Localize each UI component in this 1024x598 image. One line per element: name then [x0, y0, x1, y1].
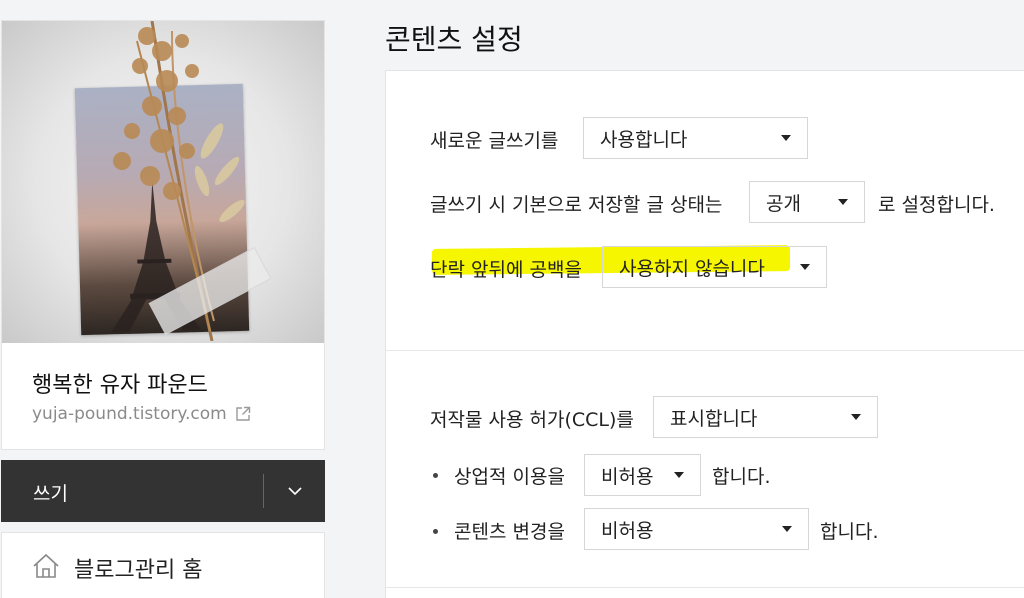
page-title: 콘텐츠 설정 — [385, 23, 523, 56]
caret-down-icon — [674, 472, 684, 478]
new-editor-select[interactable]: 사용합니다 — [583, 117, 808, 159]
home-icon — [33, 553, 59, 578]
external-link-icon — [236, 406, 250, 421]
caret-down-icon — [851, 414, 861, 420]
default-status-suffix: 로 설정합니다. — [878, 194, 995, 216]
blog-admin-home-label: 블로그관리 홈 — [74, 558, 203, 583]
write-bar: 쓰기 — [1, 460, 325, 522]
bullet-icon — [433, 473, 438, 478]
commercial-use-value: 비허용 — [601, 465, 654, 488]
caret-down-icon — [781, 135, 791, 141]
blog-url-text: yuja-pound.tistory.com — [32, 404, 227, 424]
ccl-value: 표시합니다 — [670, 407, 758, 430]
commercial-use-select[interactable]: 비허용 — [584, 454, 701, 496]
write-menu-toggle[interactable] — [264, 460, 325, 522]
default-status-label: 글쓰기 시 기본으로 저장할 글 상태는 — [430, 194, 723, 216]
blog-profile-card: 행복한 유자 파운드 yuja-pound.tistory.com — [1, 20, 325, 450]
bullet-icon — [433, 529, 438, 534]
blog-name[interactable]: 행복한 유자 파운드 — [32, 367, 208, 399]
commercial-use-label: 상업적 이용을 — [454, 466, 565, 488]
content-modification-select[interactable]: 비허용 — [584, 508, 809, 550]
default-status-value: 공개 — [766, 192, 801, 215]
caret-down-icon — [838, 199, 848, 205]
content-modification-value: 비허용 — [601, 519, 654, 542]
commercial-use-suffix: 합니다. — [712, 466, 771, 488]
new-editor-value: 사용합니다 — [600, 128, 688, 151]
ccl-label: 저작물 사용 허가(CCL)를 — [430, 409, 634, 431]
blog-cover-image — [2, 21, 324, 343]
content-modification-suffix: 합니다. — [820, 521, 879, 543]
paragraph-spacing-label: 단락 앞뒤에 공백을 — [430, 259, 582, 281]
content-modification-label: 콘텐츠 변경을 — [454, 521, 565, 543]
write-button[interactable]: 쓰기 — [33, 479, 68, 506]
caret-down-icon — [782, 526, 792, 532]
blog-url-link[interactable]: yuja-pound.tistory.com — [32, 404, 251, 424]
caret-down-icon — [800, 264, 810, 270]
paragraph-spacing-select[interactable]: 사용하지 않습니다 — [602, 246, 827, 288]
default-status-select[interactable]: 공개 — [749, 181, 865, 223]
ccl-select[interactable]: 표시합니다 — [653, 396, 878, 438]
section-divider — [386, 350, 1024, 351]
new-editor-label: 새로운 글쓰기를 — [430, 130, 559, 152]
section-divider — [386, 587, 1024, 588]
chevron-down-icon — [287, 486, 302, 495]
paragraph-spacing-value: 사용하지 않습니다 — [619, 257, 765, 280]
blog-admin-home-link[interactable]: 블로그관리 홈 — [1, 532, 325, 598]
